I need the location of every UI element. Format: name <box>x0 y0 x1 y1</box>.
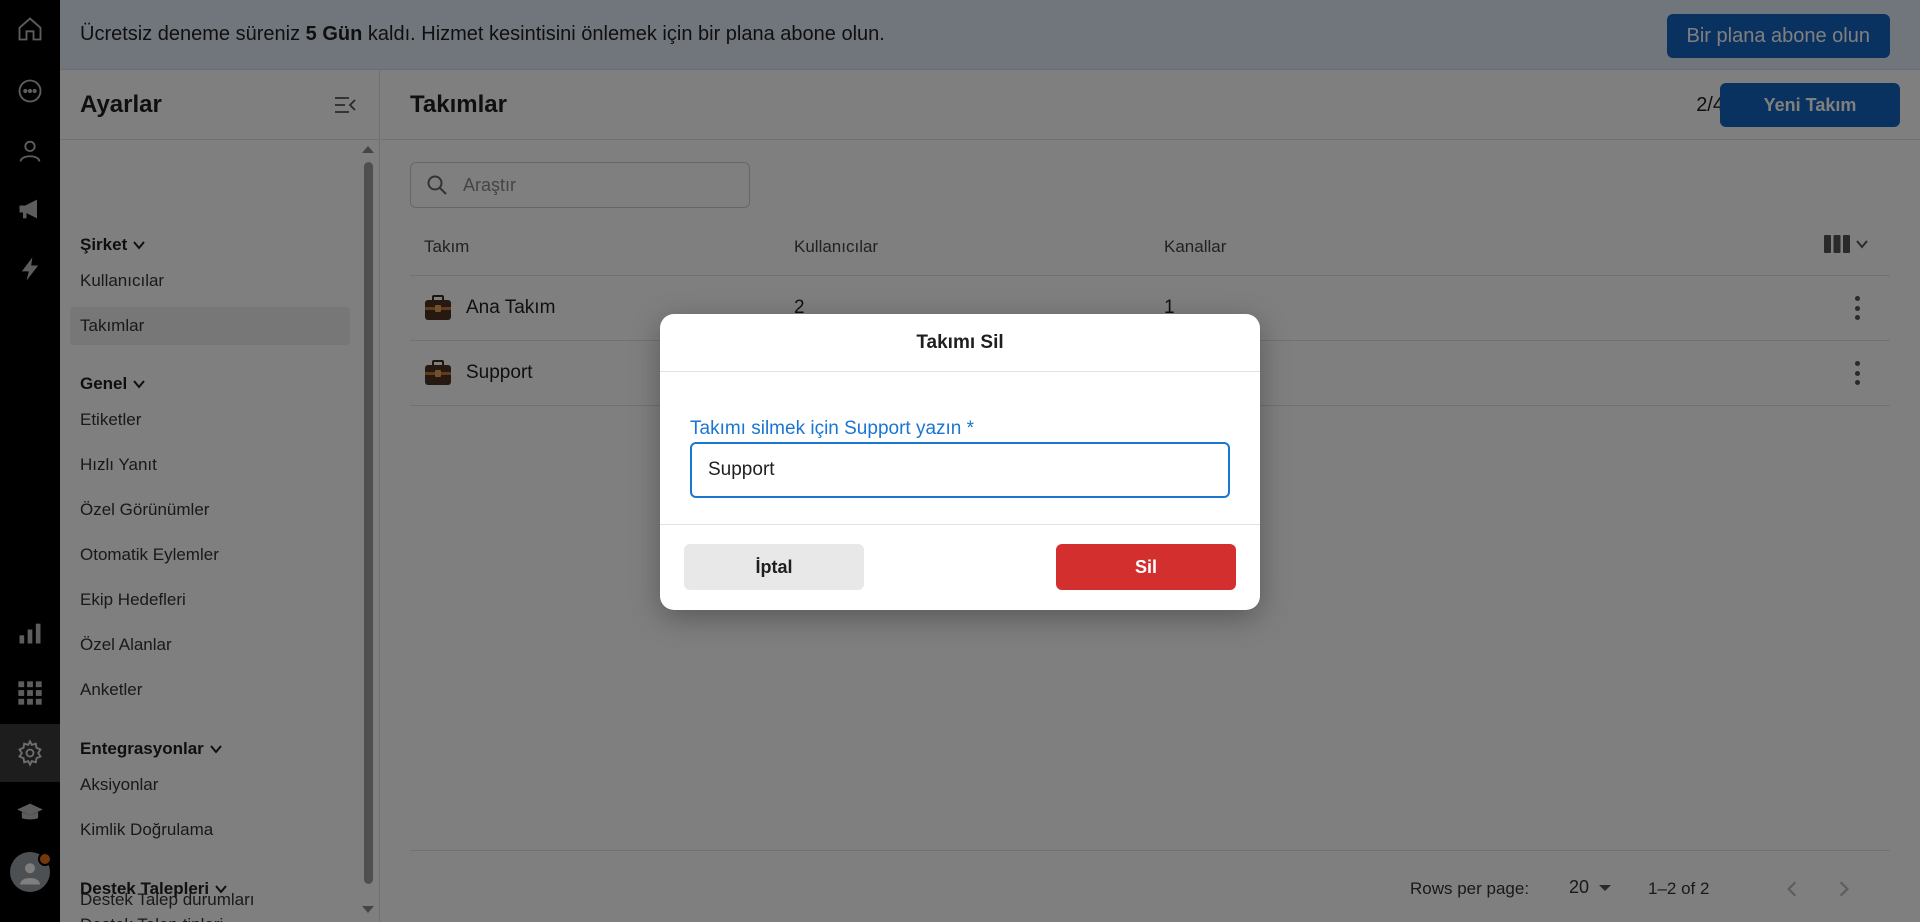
dialog-title: Takımı Sil <box>660 314 1260 372</box>
confirm-team-name-input[interactable] <box>690 442 1230 498</box>
confirm-label: Takımı silmek için Support yazın * <box>690 418 975 439</box>
dialog-divider <box>660 524 1260 525</box>
cancel-button[interactable]: İptal <box>684 544 864 590</box>
delete-button[interactable]: Sil <box>1056 544 1236 590</box>
delete-team-dialog: Takımı Sil Takımı silmek için Support ya… <box>660 314 1260 610</box>
